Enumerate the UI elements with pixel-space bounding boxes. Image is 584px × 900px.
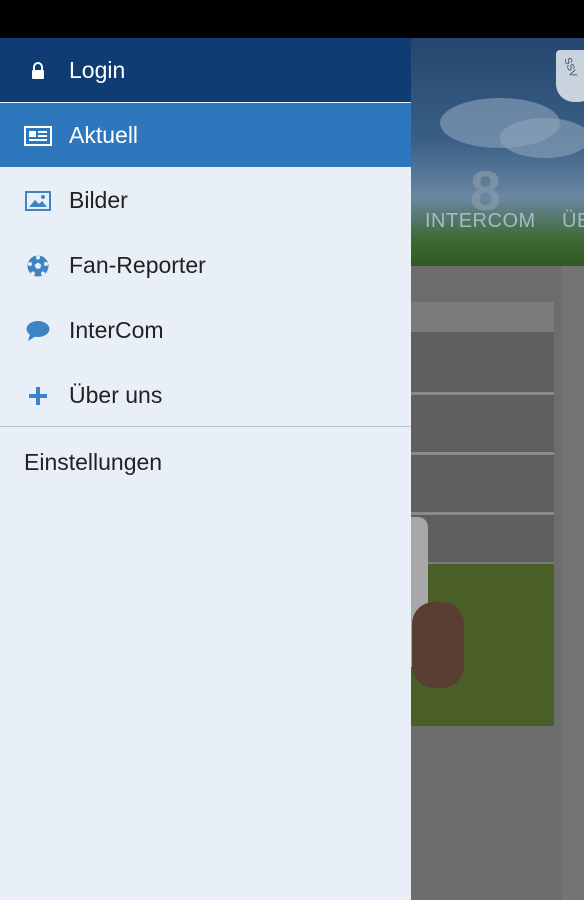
drawer-item-label: Aktuell bbox=[69, 122, 139, 148]
drawer-item-label: Login bbox=[69, 57, 126, 83]
chat-bubble-icon bbox=[24, 320, 52, 342]
drawer-item-fan-reporter[interactable]: Fan-Reporter bbox=[0, 233, 411, 297]
drawer-item-label: Fan-Reporter bbox=[69, 252, 206, 278]
tab-intercom[interactable]: INTERCOM bbox=[425, 210, 536, 233]
status-bar bbox=[0, 0, 584, 38]
navigation-drawer: Login Aktuell Bilder Fan-Reporter InterC… bbox=[0, 38, 411, 900]
drawer-item-label: Bilder bbox=[69, 187, 128, 213]
drawer-item-intercom[interactable]: InterCom bbox=[0, 298, 411, 362]
drawer-item-login[interactable]: Login bbox=[0, 38, 411, 102]
lock-icon bbox=[24, 60, 52, 82]
settings-item[interactable]: Einstellungen bbox=[24, 430, 162, 494]
plus-icon bbox=[24, 385, 52, 407]
drawer-item-label: Über uns bbox=[69, 382, 163, 408]
drawer-item-label: InterCom bbox=[69, 317, 164, 343]
drawer-divider bbox=[0, 426, 411, 427]
soccer-ball-icon bbox=[24, 255, 52, 277]
side-panel bbox=[562, 266, 584, 900]
newspaper-icon bbox=[24, 125, 52, 147]
drawer-item-aktuell[interactable]: Aktuell bbox=[0, 103, 411, 167]
tab-ueber[interactable]: ÜB bbox=[562, 210, 584, 233]
image-icon bbox=[24, 190, 52, 212]
drawer-item-bilder[interactable]: Bilder bbox=[0, 168, 411, 232]
drawer-item-ueber-uns[interactable]: Über uns bbox=[0, 363, 411, 427]
